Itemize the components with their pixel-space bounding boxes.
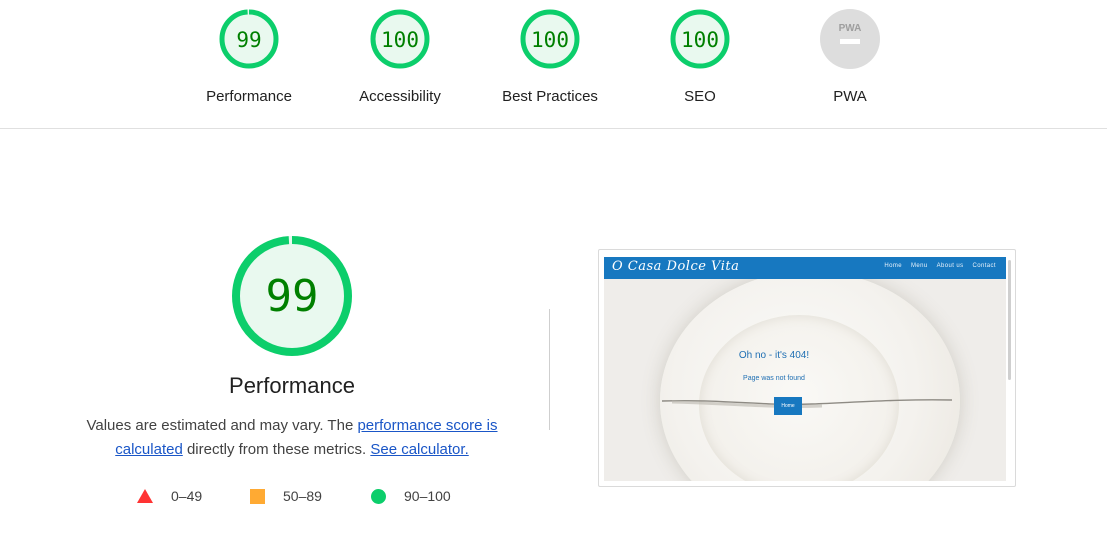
gauge-label-pwa: PWA	[833, 88, 867, 105]
pwa-badge-text: PWA	[839, 23, 862, 34]
final-screenshot[interactable]: O Casa Dolce Vita Home Menu About us Con…	[598, 249, 1016, 487]
seo-gauge-ring: 100	[670, 9, 730, 69]
green-circle-icon	[371, 488, 386, 504]
red-triangle-icon	[137, 489, 153, 503]
gauge-best-practices[interactable]: 100 Best Practices	[490, 8, 610, 105]
seo-score: 100	[681, 28, 719, 52]
screenshot-nav-about: About us	[936, 263, 964, 269]
plate-crack-image	[662, 399, 952, 408]
legend-item-average: 50–89	[250, 488, 322, 504]
performance-heading: Performance	[229, 373, 355, 398]
pwa-dash-icon	[840, 39, 860, 44]
gauge-label-accessibility: Accessibility	[359, 88, 441, 105]
gauge-pwa[interactable]: PWA PWA	[790, 8, 910, 105]
performance-main-gauge: 99	[230, 234, 354, 358]
gauge-performance[interactable]: 99 Performance	[189, 8, 309, 105]
screenshot-nav-menu: Menu	[911, 263, 928, 269]
screenshot-404-heading: Oh no - it's 404!	[738, 350, 810, 361]
gauge-label-performance: Performance	[206, 88, 292, 105]
screenshot-scrollbar	[1008, 260, 1011, 380]
gauge-label-best-practices: Best Practices	[502, 88, 598, 105]
pwa-badge-icon: PWA	[820, 9, 880, 69]
description-prefix: Values are estimated and may vary. The	[86, 417, 358, 434]
best-practices-gauge-ring: 100	[520, 9, 580, 69]
performance-main-gauge-ring: 99	[232, 236, 352, 356]
legend-range-pass: 90–100	[404, 488, 451, 504]
screenshot-navbar: O Casa Dolce Vita Home Menu About us Con…	[604, 257, 1006, 279]
performance-description: Values are estimated and may vary. The p…	[82, 414, 502, 462]
gauge-seo[interactable]: 100 SEO	[640, 8, 760, 105]
performance-score: 99	[236, 28, 261, 52]
best-practices-score: 100	[531, 28, 569, 52]
legend-item-fail: 0–49	[137, 488, 202, 504]
screenshot-brand: O Casa Dolce Vita	[612, 259, 740, 274]
screenshot-nav-links: Home Menu About us Contact	[884, 263, 996, 269]
accessibility-gauge-ring: 100	[370, 9, 430, 69]
accessibility-score: 100	[381, 28, 419, 52]
performance-gauge-ring: 99	[219, 9, 279, 69]
vertical-divider	[549, 309, 550, 430]
screenshot-viewport: O Casa Dolce Vita Home Menu About us Con…	[604, 257, 1006, 481]
see-calculator-link[interactable]: See calculator.	[370, 441, 468, 458]
screenshot-404-subtext: Page was not found	[743, 375, 805, 382]
description-middle: directly from these metrics.	[182, 441, 371, 458]
legend-range-average: 50–89	[283, 488, 322, 504]
gauge-label-seo: SEO	[684, 88, 716, 105]
legend-range-fail: 0–49	[171, 488, 203, 504]
screenshot-nav-contact: Contact	[972, 263, 996, 269]
legend-item-pass: 90–100	[371, 488, 451, 504]
screenshot-nav-home: Home	[884, 263, 903, 269]
category-gauges: 99 Performance 100 Accessibility 100 Bes…	[0, 0, 1107, 129]
gauge-accessibility[interactable]: 100 Accessibility	[340, 8, 460, 105]
orange-square-icon	[250, 488, 265, 504]
screenshot-home-button: Home	[774, 397, 802, 415]
performance-main-score: 99	[266, 271, 319, 322]
score-legend: 0–49 50–89 90–100	[0, 488, 600, 508]
